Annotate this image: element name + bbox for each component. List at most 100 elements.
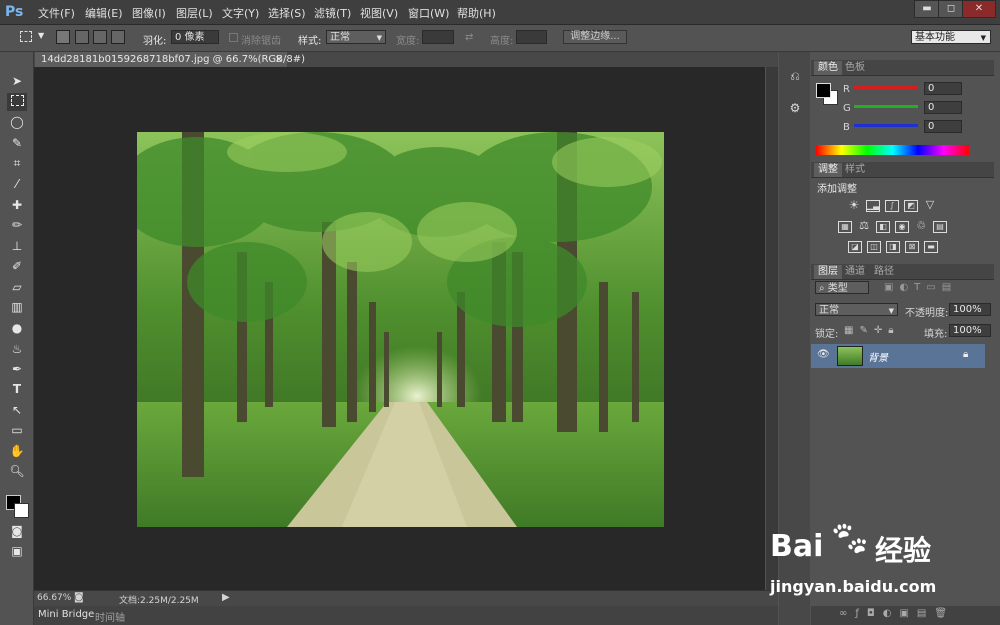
rectangle-tool-icon[interactable]: ▭ bbox=[7, 421, 27, 439]
dodge-tool-icon[interactable]: ♨ bbox=[7, 340, 27, 358]
healing-brush-tool-icon[interactable]: ✚ bbox=[7, 196, 27, 214]
tab-swatches[interactable]: 色板 bbox=[841, 61, 869, 75]
arrow-right-icon[interactable]: ▶ bbox=[222, 592, 230, 603]
pen-tool-icon[interactable]: ✒ bbox=[7, 360, 27, 378]
color-balance-icon[interactable]: ⚖ bbox=[857, 220, 871, 233]
eyedropper-tool-icon[interactable]: ⁄ bbox=[7, 175, 27, 193]
subtract-selection-icon[interactable] bbox=[93, 30, 107, 44]
gradient-tool-icon[interactable]: ▥ bbox=[7, 298, 27, 316]
menu-help[interactable]: 帮助(H) bbox=[457, 5, 496, 21]
color-ramp[interactable] bbox=[816, 145, 969, 155]
history-panel-icon[interactable]: ⎌ bbox=[787, 69, 803, 87]
brightness-icon[interactable]: ☀ bbox=[847, 199, 861, 212]
hand-tool-icon[interactable]: ✋ bbox=[7, 442, 27, 460]
layer-row-background[interactable]: 👁︎ 背景 🔒︎ bbox=[811, 344, 985, 368]
refine-edge-button[interactable]: 调整边缘... bbox=[563, 30, 627, 44]
document-tab[interactable]: 14dd28181b0159268718bf07.jpg @ 66.7%(RGB… bbox=[35, 52, 305, 67]
menu-filter[interactable]: 滤镜(T) bbox=[314, 5, 351, 21]
eraser-tool-icon[interactable]: ▱ bbox=[7, 278, 27, 296]
curves-icon[interactable]: ∫ bbox=[885, 200, 899, 212]
minimize-button[interactable]: ▬ bbox=[914, 0, 940, 18]
channel-mixer-icon[interactable]: ♲ bbox=[914, 220, 928, 233]
info-icon[interactable]: ◙ bbox=[74, 592, 84, 603]
path-select-tool-icon[interactable]: ↖ bbox=[7, 401, 27, 419]
layer-name[interactable]: 背景 bbox=[868, 349, 888, 364]
vertical-scrollbar[interactable] bbox=[766, 67, 778, 590]
close-button[interactable]: ✕ bbox=[962, 0, 996, 18]
forest-photo[interactable] bbox=[137, 132, 664, 527]
intersect-selection-icon[interactable] bbox=[111, 30, 125, 44]
quick-select-tool-icon[interactable]: ✎ bbox=[7, 134, 27, 152]
selective-color-icon[interactable]: ⊠ bbox=[905, 241, 919, 253]
channel-g-slider[interactable] bbox=[854, 105, 918, 108]
menu-edit[interactable]: 编辑(E) bbox=[85, 5, 123, 21]
blend-mode-select[interactable]: 正常 ▼ bbox=[815, 303, 898, 316]
properties-panel-icon[interactable]: ⚙ bbox=[787, 101, 803, 119]
rect-marquee-tool-icon[interactable] bbox=[7, 93, 27, 111]
lock-icons[interactable]: ▦✎✛🔒︎ bbox=[844, 325, 900, 336]
menu-file[interactable]: 文件(F) bbox=[38, 5, 75, 21]
threshold-icon[interactable]: ◨ bbox=[886, 241, 900, 253]
menu-window[interactable]: 窗口(W) bbox=[408, 5, 449, 21]
menu-view[interactable]: 视图(V) bbox=[360, 5, 398, 21]
channel-b-value[interactable]: 0 bbox=[924, 120, 962, 133]
black-white-icon[interactable]: ◧ bbox=[876, 221, 890, 233]
tab-styles[interactable]: 样式 bbox=[841, 163, 869, 177]
style-select[interactable]: 正常 ▼ bbox=[326, 30, 386, 44]
layer-filter-select[interactable]: ⌕ 类型 bbox=[815, 281, 869, 294]
screen-mode-icon[interactable]: ▣ bbox=[7, 542, 27, 560]
layer-filter-icons[interactable]: ▣◐T▭▤ bbox=[884, 282, 957, 293]
menu-select[interactable]: 选择(S) bbox=[268, 5, 306, 21]
menu-image[interactable]: 图像(I) bbox=[132, 5, 166, 21]
close-tab-icon[interactable]: × bbox=[275, 52, 283, 67]
width-input[interactable] bbox=[422, 30, 454, 44]
brush-tool-icon[interactable]: ✏ bbox=[7, 216, 27, 234]
vibrance-icon[interactable]: ▽ bbox=[923, 199, 937, 212]
blur-tool-icon[interactable]: ● bbox=[7, 319, 27, 337]
invert-icon[interactable]: ◪ bbox=[848, 241, 862, 253]
new-selection-icon[interactable] bbox=[56, 30, 70, 44]
tab-timeline[interactable]: 时间轴 bbox=[95, 609, 125, 624]
swap-icon[interactable]: ⇄ bbox=[465, 32, 473, 43]
tab-layers[interactable]: 图层 bbox=[814, 265, 842, 279]
history-brush-tool-icon[interactable]: ✐ bbox=[7, 257, 27, 275]
layer-actions-icons[interactable]: ∞ƒ◘◐▣▤🗑︎ bbox=[839, 608, 955, 619]
chevron-down-icon[interactable]: ▼ bbox=[38, 31, 44, 40]
menu-layer[interactable]: 图层(L) bbox=[176, 5, 213, 21]
zoom-tool-icon[interactable]: 🔍︎ bbox=[7, 462, 27, 480]
type-tool-icon[interactable]: T bbox=[7, 380, 27, 398]
maximize-button[interactable]: ◻ bbox=[938, 0, 964, 18]
add-selection-icon[interactable] bbox=[75, 30, 89, 44]
color-lookup-icon[interactable]: ▤ bbox=[933, 221, 947, 233]
marquee-tool-icon[interactable] bbox=[20, 31, 32, 42]
zoom-level[interactable]: 66.67% bbox=[37, 593, 71, 603]
gradient-map-icon[interactable]: ▬ bbox=[924, 241, 938, 253]
channel-g-value[interactable]: 0 bbox=[924, 101, 962, 114]
fill-input[interactable]: 100% bbox=[949, 324, 991, 337]
tab-mini-bridge[interactable]: Mini Bridge bbox=[38, 609, 94, 620]
channel-b-slider[interactable] bbox=[854, 124, 918, 127]
photo-filter-icon[interactable]: ◉ bbox=[895, 221, 909, 233]
move-tool-icon[interactable]: ➤ bbox=[7, 72, 27, 90]
tab-paths[interactable]: 路径 bbox=[870, 265, 898, 279]
height-input[interactable] bbox=[516, 30, 547, 44]
feather-input[interactable]: 0 像素 bbox=[171, 30, 219, 44]
opacity-input[interactable]: 100% bbox=[949, 303, 991, 316]
levels-icon[interactable]: ▁▃ bbox=[866, 200, 880, 212]
background-color-swatch[interactable] bbox=[14, 503, 29, 518]
tab-color[interactable]: 颜色 bbox=[814, 61, 842, 75]
tab-adjustments[interactable]: 调整 bbox=[814, 163, 842, 177]
workspace-select[interactable]: 基本功能 ▼ bbox=[911, 30, 991, 44]
lasso-tool-icon[interactable]: ◯ bbox=[7, 113, 27, 131]
color-fg-swatch[interactable] bbox=[816, 83, 831, 98]
clone-stamp-tool-icon[interactable]: ⊥ bbox=[7, 237, 27, 255]
menu-type[interactable]: 文字(Y) bbox=[222, 5, 259, 21]
posterize-icon[interactable]: ◫ bbox=[867, 241, 881, 253]
eye-icon[interactable]: 👁︎ bbox=[817, 349, 830, 360]
antialias-checkbox[interactable] bbox=[229, 33, 238, 42]
hue-sat-icon[interactable]: ▦ bbox=[838, 221, 852, 233]
channel-r-value[interactable]: 0 bbox=[924, 82, 962, 95]
tab-channels[interactable]: 通道 bbox=[841, 265, 869, 279]
exposure-icon[interactable]: ◩ bbox=[904, 200, 918, 212]
channel-r-slider[interactable] bbox=[854, 86, 918, 89]
